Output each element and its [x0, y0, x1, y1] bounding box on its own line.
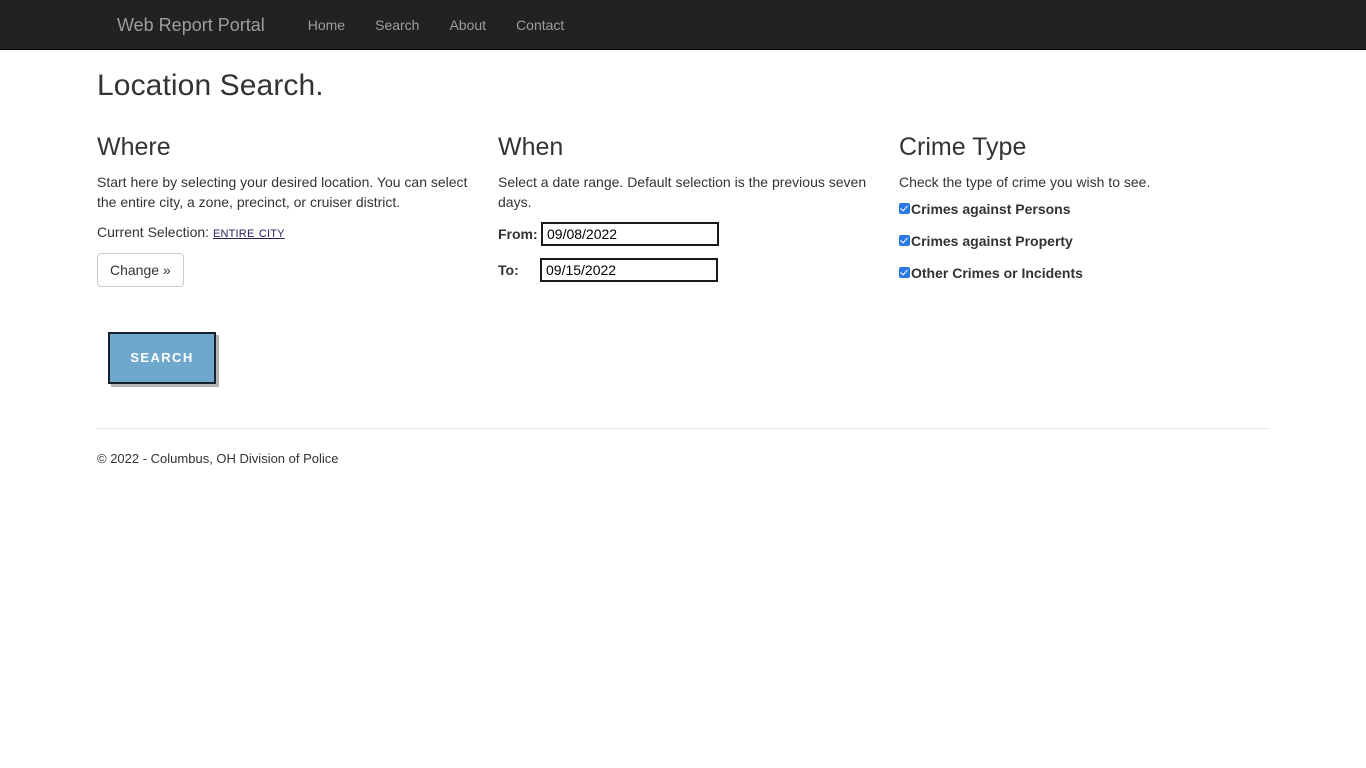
navbar-inner: Web Report Portal Home Search About Cont…: [97, 0, 1269, 50]
crime-option-other[interactable]: Other Crimes or Incidents: [899, 266, 1269, 280]
page-title: Location Search.: [97, 69, 324, 102]
where-description: Start here by selecting your desired loc…: [97, 173, 468, 210]
crime-type-description: Check the type of crime you wish to see.: [899, 173, 1151, 190]
crime-option-persons[interactable]: Crimes against Persons: [899, 202, 1269, 216]
checkbox-checked-icon[interactable]: [899, 203, 910, 214]
search-button-wrap: Search: [97, 331, 1269, 384]
current-selection-value[interactable]: Entire City: [213, 224, 285, 241]
from-label: From:: [498, 225, 538, 242]
checkbox-checked-icon[interactable]: [899, 235, 910, 246]
from-date-row: From:: [498, 221, 884, 246]
crime-option-property-label[interactable]: Crimes against Property: [911, 234, 1073, 248]
nav-link-contact[interactable]: Contact: [501, 0, 579, 50]
search-button[interactable]: Search: [108, 331, 216, 384]
from-date-input[interactable]: [541, 221, 719, 246]
when-column: When Select a date range. Default select…: [498, 133, 899, 298]
where-column: Where Start here by selecting your desir…: [97, 133, 498, 298]
brand-link[interactable]: Web Report Portal: [102, 0, 280, 50]
crime-option-persons-label[interactable]: Crimes against Persons: [911, 202, 1071, 216]
nav-links: Home Search About Contact: [293, 0, 580, 50]
to-date-input[interactable]: [540, 257, 718, 282]
when-heading: When: [498, 133, 564, 161]
footer-copyright: © 2022 - Columbus, OH Division of Police: [97, 450, 339, 466]
where-heading: Where: [97, 133, 171, 161]
main-container: Location Search. Where Start here by sel…: [97, 50, 1269, 384]
crime-option-property[interactable]: Crimes against Property: [899, 234, 1269, 248]
current-selection-label: Current Selection:: [97, 223, 210, 240]
when-description: Select a date range. Default selection i…: [498, 173, 867, 210]
nav-link-search[interactable]: Search: [360, 0, 434, 50]
crime-option-other-label[interactable]: Other Crimes or Incidents: [911, 266, 1083, 280]
current-selection: Current Selection: Entire City: [97, 222, 483, 243]
checkbox-checked-icon[interactable]: [899, 267, 910, 278]
nav-link-home[interactable]: Home: [293, 0, 360, 50]
search-form-columns: Where Start here by selecting your desir…: [97, 133, 1269, 298]
to-date-row: To:: [498, 257, 884, 282]
to-label: To:: [498, 261, 519, 278]
crime-type-heading: Crime Type: [899, 133, 1027, 161]
crime-type-column: Crime Type Check the type of crime you w…: [899, 133, 1269, 298]
change-location-button[interactable]: Change »: [97, 252, 184, 287]
footer-container: © 2022 - Columbus, OH Division of Police: [97, 429, 1269, 469]
nav-link-about[interactable]: About: [434, 0, 501, 50]
top-navbar: Web Report Portal Home Search About Cont…: [0, 0, 1366, 50]
